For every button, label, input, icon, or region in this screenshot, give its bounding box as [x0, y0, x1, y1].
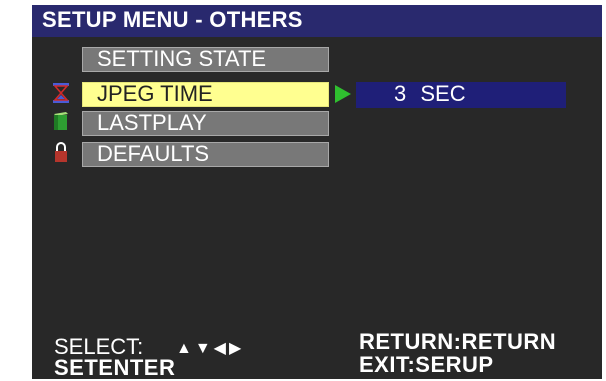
lock-icon	[52, 142, 70, 164]
green-box-icon	[52, 109, 70, 131]
menu-item-setting-state[interactable]: SETTING STATE	[82, 46, 329, 72]
exit-label: EXIT:SERUP	[359, 352, 494, 377]
jpeg-time-value[interactable]: 3 SEC	[356, 81, 566, 108]
play-arrow-icon	[334, 84, 352, 104]
menu-item-defaults[interactable]: DEFAULTS	[82, 141, 329, 167]
menu-item-label: JPEG TIME	[97, 81, 213, 106]
menu-item-label: LASTPLAY	[97, 110, 207, 135]
value-label: 3 SEC	[394, 81, 466, 106]
menu-item-jpeg-time[interactable]: JPEG TIME	[82, 81, 329, 107]
menu-item-lastplay[interactable]: LASTPLAY	[82, 110, 329, 136]
menu-item-label: DEFAULTS	[97, 141, 210, 166]
page-title: SETUP MENU - OTHERS	[42, 7, 303, 32]
title-bar: SETUP MENU - OTHERS	[32, 5, 602, 37]
hourglass-icon	[52, 82, 70, 104]
menu-item-label: SETTING STATE	[97, 46, 267, 71]
navigation-arrows-icon: ▲▼◀▶	[176, 340, 245, 357]
setenter-label: SETENTER	[54, 355, 176, 380]
osd-screen: SETUP MENU - OTHERS SETTING STATE JPEG T…	[32, 5, 602, 380]
